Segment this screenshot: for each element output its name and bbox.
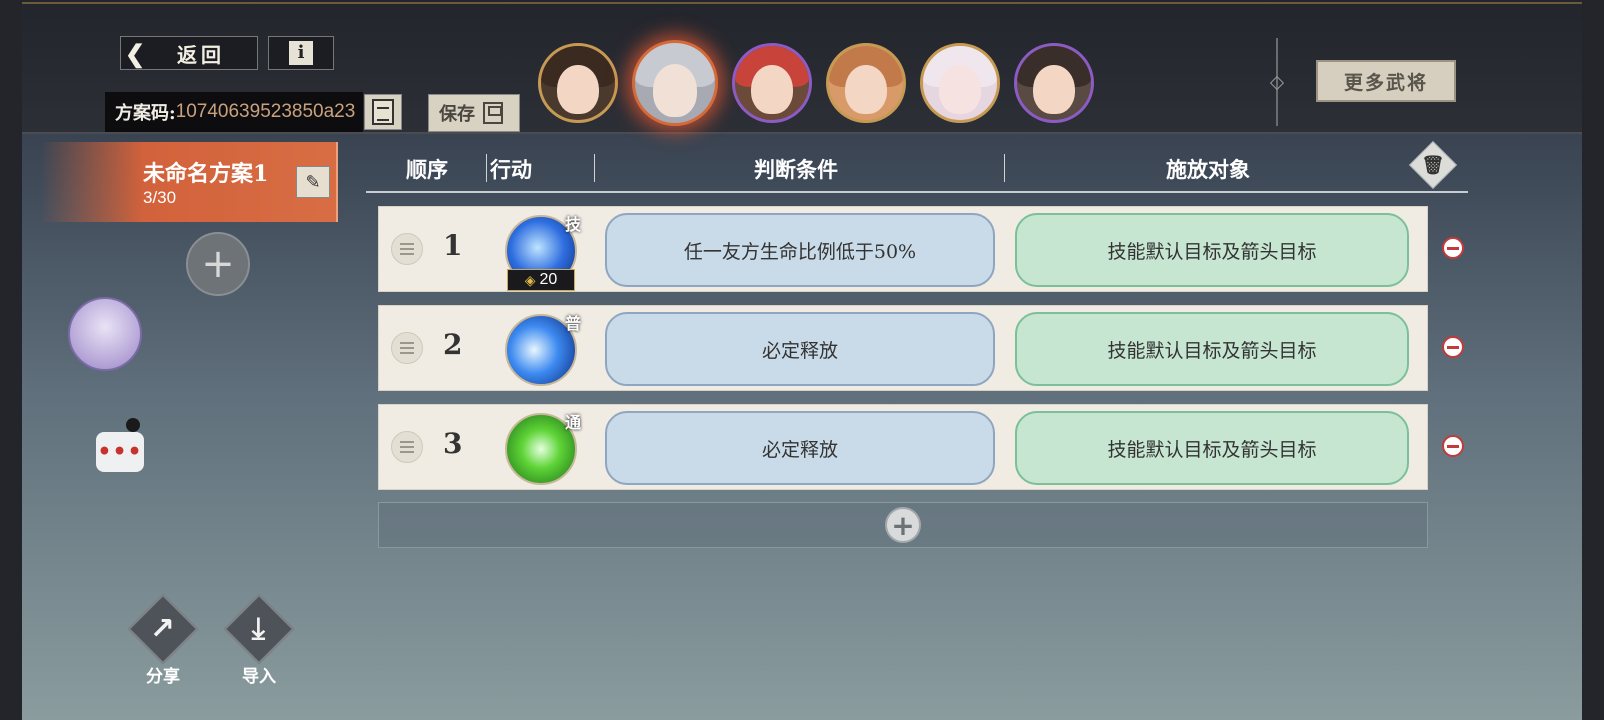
skill-icon[interactable]: 普: [505, 314, 581, 386]
drag-handle-icon[interactable]: [391, 233, 423, 265]
plan-code-box: 方案码: 10740639523850a23: [105, 92, 363, 132]
plus-icon: +: [201, 241, 235, 287]
share-icon-frame: ↗: [127, 593, 199, 665]
import-icon-frame: ⤓: [223, 593, 295, 665]
save-button[interactable]: 保存: [428, 94, 520, 132]
floppy-icon: [483, 102, 503, 124]
avatar[interactable]: [68, 297, 142, 371]
minus-icon: [1447, 345, 1459, 349]
skill-tag: 普: [564, 314, 581, 333]
minus-icon: [1447, 444, 1459, 448]
plus-icon[interactable]: +: [885, 507, 921, 543]
condition-selector[interactable]: 必定释放: [605, 411, 995, 485]
edit-plan-button[interactable]: ✎: [296, 166, 330, 198]
share-button[interactable]: ↗ 分享: [127, 593, 199, 687]
header-order: 顺序: [406, 157, 448, 182]
condition-selector[interactable]: 任一友方生命比例低于50%: [605, 213, 995, 287]
plan-code-value: 10740639523850a23: [175, 101, 356, 122]
row-order: 1: [443, 229, 463, 262]
drag-handle-icon[interactable]: [391, 332, 423, 364]
portrait-4[interactable]: [826, 43, 906, 123]
delete-all-button[interactable]: 🗑: [1408, 140, 1458, 190]
copy-doc-icon: [372, 99, 394, 125]
minus-icon: [1447, 246, 1459, 250]
cost-value: 20: [539, 271, 558, 288]
plan-code-label: 方案码:: [115, 103, 176, 124]
pencil-icon: ✎: [305, 171, 321, 193]
chat-icon[interactable]: •••: [96, 432, 144, 472]
import-icon: ⤓: [252, 611, 266, 647]
remove-row-button[interactable]: [1442, 336, 1464, 358]
share-icon: ↗: [150, 611, 176, 647]
plan-card-selected[interactable]: 未命名方案1 3/30 ✎: [40, 142, 338, 222]
table-row: 3 通 必定释放 技能默认目标及箭头目标: [378, 404, 1428, 490]
header-divider-2: [594, 154, 595, 182]
portrait-5[interactable]: [920, 43, 1000, 123]
import-button[interactable]: ⤓ 导入: [223, 593, 295, 687]
plan-name: 未命名方案1: [143, 161, 269, 187]
skill-icon[interactable]: 通: [505, 413, 581, 485]
trash-icon: 🗑: [1421, 154, 1445, 176]
plan-count: 3/30: [143, 188, 177, 207]
info-button[interactable]: i: [268, 36, 334, 70]
info-icon: i: [289, 41, 313, 65]
portrait-2[interactable]: [632, 40, 718, 126]
skill-tag: 通: [564, 413, 581, 432]
copy-code-button[interactable]: [364, 94, 402, 130]
notification-dot: [126, 418, 140, 432]
target-selector[interactable]: 技能默认目标及箭头目标: [1015, 213, 1409, 287]
header-action: 行动: [490, 157, 532, 182]
header-divider-1: [486, 154, 487, 182]
skill-cost: ◈ 20: [507, 269, 575, 291]
general-portraits: [538, 40, 1094, 126]
save-label: 保存: [439, 104, 475, 125]
row-order: 3: [443, 427, 463, 460]
header-divider-3: [1004, 154, 1005, 182]
table-row: 1 技 ◈ 20 任一友方生命比例低于50% 技能默认目标及箭头目标: [378, 206, 1428, 292]
add-plan-button[interactable]: +: [186, 232, 250, 296]
portrait-1[interactable]: [538, 43, 618, 123]
table-header: 顺序 行动 判断条件 施放对象 🗑: [366, 140, 1468, 193]
right-frame: [1582, 0, 1604, 720]
back-label: 返回: [177, 42, 225, 67]
portrait-6[interactable]: [1014, 43, 1094, 123]
left-frame: [0, 0, 22, 720]
target-selector[interactable]: 技能默认目标及箭头目标: [1015, 312, 1409, 386]
portrait-3[interactable]: [732, 43, 812, 123]
import-label: 导入: [242, 667, 276, 687]
remove-row-button[interactable]: [1442, 435, 1464, 457]
back-button[interactable]: ❮ 返回: [120, 36, 258, 70]
share-label: 分享: [146, 667, 180, 687]
energy-icon: ◈: [524, 271, 536, 288]
condition-selector[interactable]: 必定释放: [605, 312, 995, 386]
header-target: 施放对象: [1166, 157, 1250, 182]
more-generals-button[interactable]: 更多武将: [1316, 60, 1456, 102]
row-order: 2: [443, 328, 463, 361]
remove-row-button[interactable]: [1442, 237, 1464, 259]
chevron-left-icon: ❮: [125, 39, 150, 68]
header-condition: 判断条件: [754, 157, 838, 182]
add-row-bar[interactable]: +: [378, 502, 1428, 548]
target-selector[interactable]: 技能默认目标及箭头目标: [1015, 411, 1409, 485]
skill-tag: 技: [564, 215, 581, 234]
drag-handle-icon[interactable]: [391, 431, 423, 463]
table-row: 2 普 必定释放 技能默认目标及箭头目标: [378, 305, 1428, 391]
